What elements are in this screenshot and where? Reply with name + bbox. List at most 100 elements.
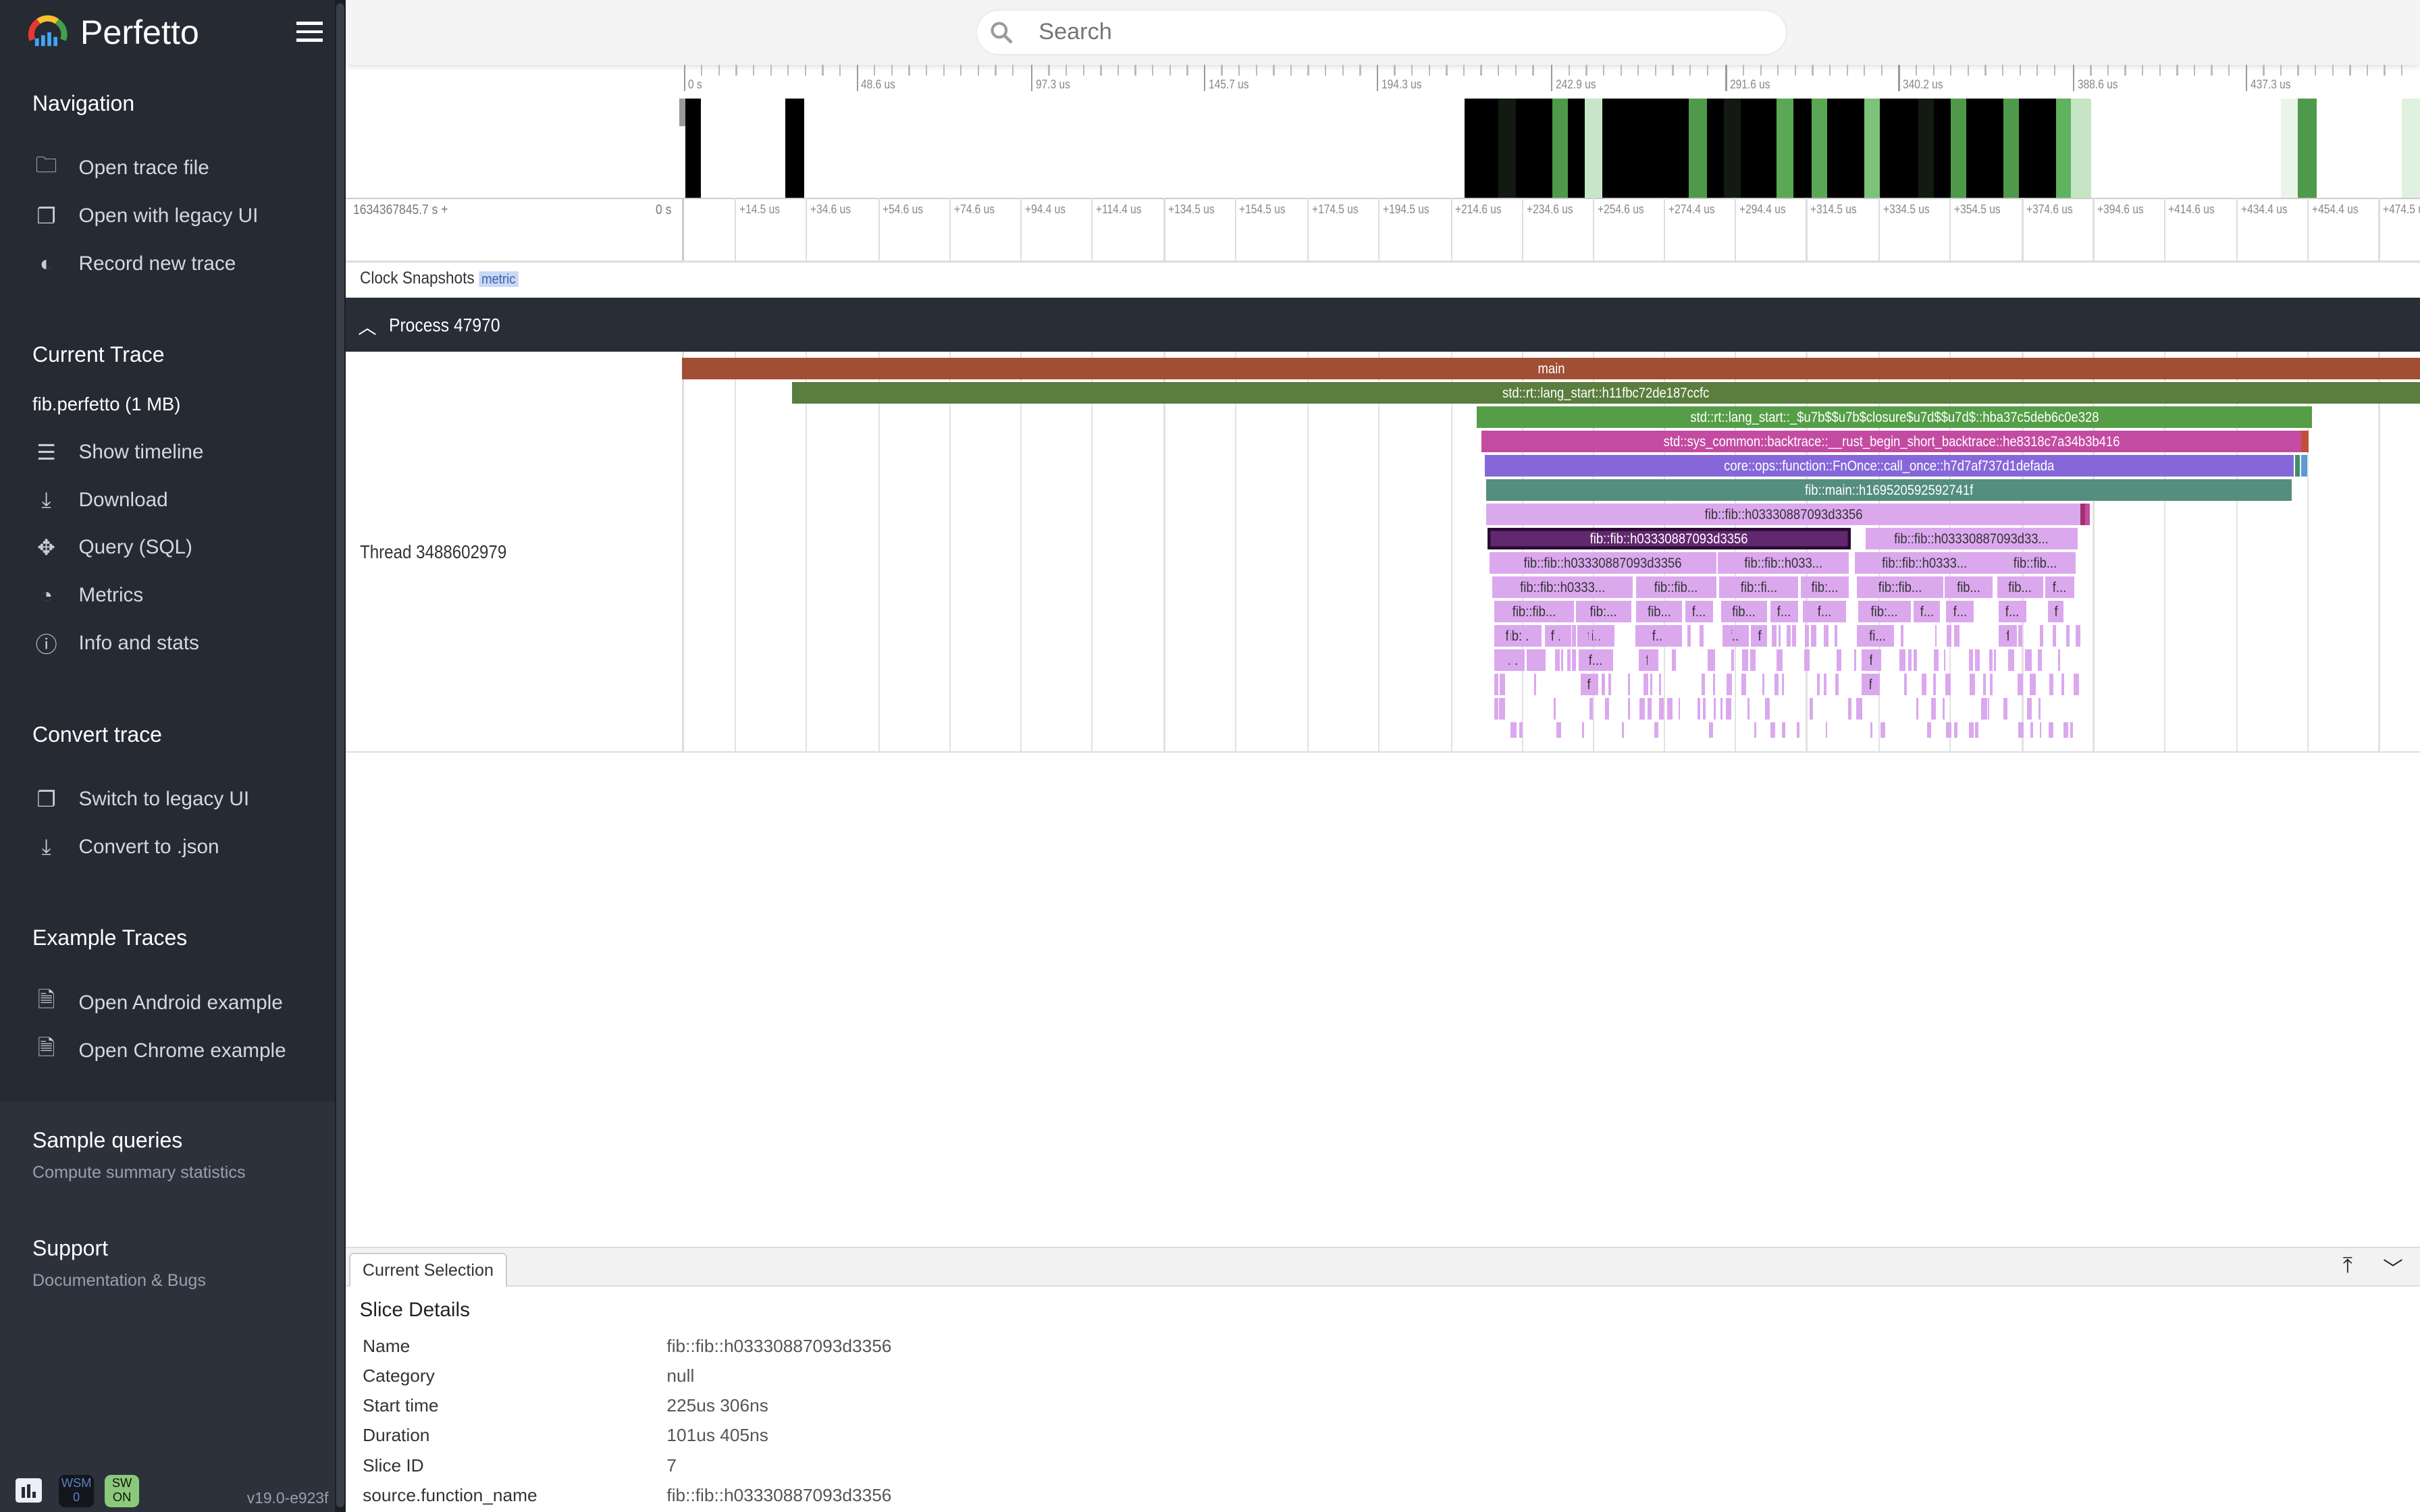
slice[interactable]	[1782, 674, 1785, 696]
slice[interactable]	[1647, 649, 1650, 672]
slice[interactable]	[1608, 674, 1612, 696]
slice[interactable]: f	[2048, 601, 2063, 623]
service-worker-badge[interactable]: SW ON	[105, 1475, 139, 1508]
slice[interactable]	[1533, 625, 1537, 647]
chevron-up-icon[interactable]: ︿	[358, 312, 376, 339]
slice[interactable]: std::sys_common::backtrace::__rust_begin…	[1481, 431, 2301, 453]
time-ruler[interactable]: +14.5 us +34.6 us +54.6 us +74.6 us +94.4 us…	[0, 197, 2420, 263]
slice[interactable]	[1627, 674, 1630, 696]
slice[interactable]: f...	[1998, 601, 2027, 623]
slice[interactable]	[2073, 674, 2079, 696]
slice[interactable]: std::rt::lang_start::_$u7b$$u7b$closure$…	[1477, 406, 2312, 429]
slice[interactable]	[1494, 625, 1498, 647]
thread-track[interactable]: main std::rt::lang_start::h11fbc72de187cc…	[0, 352, 2420, 752]
slice[interactable]	[1922, 674, 1927, 696]
slice[interactable]	[1854, 649, 1857, 672]
slice[interactable]	[1779, 625, 1781, 647]
slice[interactable]	[1720, 698, 1722, 720]
slice[interactable]	[1764, 698, 1770, 720]
slice[interactable]	[1672, 649, 1677, 672]
slice[interactable]	[1650, 674, 1652, 696]
slice[interactable]	[1499, 698, 1506, 720]
slice[interactable]	[2008, 625, 2012, 647]
slice[interactable]	[1700, 625, 1704, 647]
slice[interactable]	[1983, 674, 1987, 696]
chevron-down-icon[interactable]: ﹀	[2383, 1253, 2403, 1282]
slice[interactable]	[1554, 649, 1560, 672]
slice[interactable]	[1583, 649, 1587, 672]
slice[interactable]	[1975, 649, 1980, 672]
slice[interactable]	[1508, 625, 1510, 647]
slice[interactable]	[2018, 625, 2022, 647]
slice[interactable]	[1679, 625, 1682, 647]
overview-window-handle[interactable]	[679, 99, 685, 127]
support[interactable]: Support	[32, 1236, 108, 1261]
slice[interactable]	[1805, 625, 1809, 647]
slice[interactable]: fib::fib::h033...	[1717, 552, 1849, 574]
slice[interactable]: fib:...	[1801, 576, 1849, 599]
slice[interactable]	[1601, 674, 1606, 696]
slice[interactable]: f	[1861, 674, 1880, 696]
slice[interactable]	[1560, 649, 1564, 672]
slice[interactable]	[1856, 625, 1862, 647]
slice[interactable]	[1943, 698, 1945, 720]
slice[interactable]	[2039, 722, 2041, 738]
slice[interactable]	[1901, 625, 1903, 647]
slice[interactable]	[1804, 649, 1810, 672]
slice[interactable]	[1762, 674, 1765, 696]
slice[interactable]: f...	[1637, 625, 1681, 647]
slice[interactable]	[1725, 625, 1731, 647]
slice[interactable]	[2061, 674, 2064, 696]
slice[interactable]	[1864, 674, 1870, 696]
slice[interactable]	[1872, 649, 1877, 672]
menu-icon[interactable]	[296, 21, 323, 42]
slice[interactable]	[1774, 674, 1779, 696]
slice[interactable]: fib:...	[1858, 601, 1911, 623]
slice[interactable]	[2300, 455, 2308, 477]
slice[interactable]	[2052, 625, 2057, 647]
slice[interactable]: std::rt::lang_start::h11fbc72de187ccfc	[791, 382, 2420, 404]
slice[interactable]	[1510, 649, 1515, 672]
slice[interactable]: fib::fib...	[1994, 552, 2076, 574]
slice[interactable]	[1932, 674, 1936, 696]
slice[interactable]	[2003, 698, 2007, 720]
slice[interactable]	[1933, 649, 1939, 672]
slice[interactable]	[1571, 625, 1576, 647]
slice[interactable]	[1770, 722, 1776, 738]
selected-slice[interactable]: fib::fib::h03330887093d3356	[1488, 528, 1851, 550]
slice[interactable]	[1658, 674, 1661, 696]
slice[interactable]: fib::fib::h03330887093d3356	[1489, 552, 1716, 574]
slice[interactable]	[2070, 722, 2073, 738]
slice[interactable]	[1824, 625, 1829, 647]
slice[interactable]	[1494, 649, 1500, 672]
slice[interactable]	[1835, 674, 1839, 696]
slice[interactable]	[1943, 649, 1946, 672]
slice[interactable]	[1930, 698, 1937, 720]
slice[interactable]	[1848, 698, 1851, 720]
slice[interactable]: fib...	[1997, 576, 2044, 599]
slice[interactable]: fib...	[1720, 601, 1768, 623]
slice[interactable]	[1712, 674, 1715, 696]
slice[interactable]	[2049, 674, 2053, 696]
slice[interactable]	[1588, 625, 1593, 647]
slice[interactable]	[1643, 674, 1649, 696]
slice[interactable]: fib:...	[1575, 601, 1631, 623]
slice[interactable]	[2029, 674, 2036, 696]
slice[interactable]	[1954, 625, 1959, 647]
stats-icon[interactable]	[15, 1478, 42, 1503]
slice[interactable]	[1554, 625, 1557, 647]
slice[interactable]: f...	[1946, 601, 1974, 623]
slice[interactable]: fi...	[1861, 625, 1894, 647]
maximize-panel-icon[interactable]: ⤒	[2343, 1253, 2352, 1278]
slice[interactable]: fib...	[1635, 601, 1683, 623]
slice[interactable]	[1567, 649, 1571, 672]
slice[interactable]	[1968, 649, 1973, 672]
slice[interactable]	[1837, 649, 1841, 672]
slice[interactable]	[1667, 698, 1673, 720]
slice[interactable]	[1601, 625, 1605, 647]
slice[interactable]	[1510, 722, 1517, 738]
slice[interactable]: f...	[1802, 601, 1846, 623]
slice[interactable]	[1622, 722, 1625, 738]
slice[interactable]	[1521, 625, 1525, 647]
slice[interactable]	[2039, 625, 2044, 647]
